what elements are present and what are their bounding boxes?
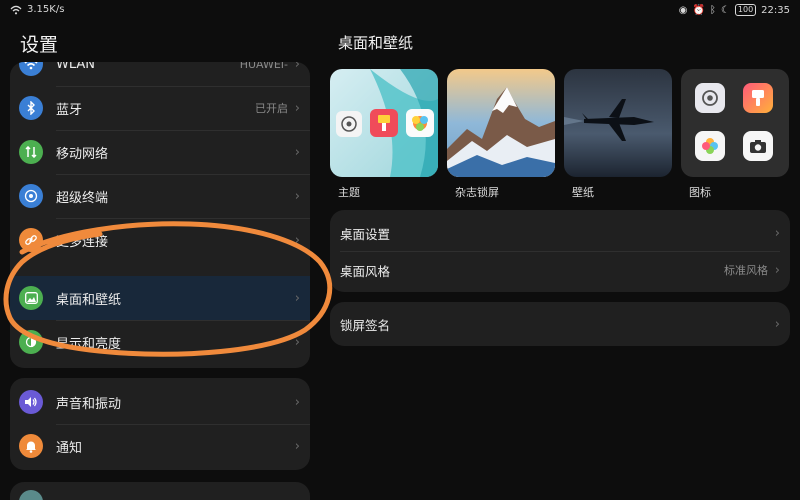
detail-pane: 桌面和壁纸 主题 杂志锁屏 壁纸 图标 桌面设置 › 桌面风格 标准风格 › 锁… (320, 22, 800, 500)
clock: 22:35 (761, 4, 790, 16)
chevron-right-icon: › (294, 394, 300, 410)
settings-item-label: 桌面和壁纸 (56, 292, 122, 308)
thumbnail-theme[interactable] (330, 69, 438, 177)
settings-item-label: 移动网络 (56, 146, 109, 162)
thumbnail-label: 图标 (689, 186, 711, 199)
chevron-right-icon: › (294, 438, 300, 454)
bell-icon (19, 434, 43, 458)
thumbnail-label: 杂志锁屏 (455, 186, 499, 199)
super-device-icon (19, 184, 43, 208)
chevron-right-icon: › (294, 144, 300, 160)
settings-card-next (10, 482, 310, 500)
desktop-style-row[interactable]: 桌面风格 标准风格 › (330, 251, 790, 289)
settings-item-mobile-network[interactable]: 移动网络 › (10, 130, 310, 174)
settings-item-display-brightness[interactable]: 显示和亮度 › (10, 320, 310, 364)
chevron-right-icon: › (294, 290, 300, 306)
moon-icon: ☾ (720, 4, 730, 16)
settings-item-label: 更多连接 (56, 234, 109, 250)
display-icon (19, 330, 43, 354)
settings-card-connectivity: WLAN HUAWEI- › 蓝牙 已开启 › 移动网络 › 超级终端 › 更多… (10, 62, 310, 368)
chevron-right-icon: › (774, 316, 780, 332)
thumbnail-label: 壁纸 (572, 186, 594, 199)
chevron-right-icon: › (294, 334, 300, 350)
settings-item-bluetooth[interactable]: 蓝牙 已开启 › (10, 86, 310, 130)
desktop-settings-row[interactable]: 桌面设置 › (330, 214, 790, 252)
thumbnail-magazine-lockscreen[interactable] (447, 69, 555, 177)
settings-card-sound: 声音和振动 › 通知 › (10, 378, 310, 470)
row-label: 桌面风格 (340, 263, 391, 279)
eye-icon: ◉ (678, 4, 688, 16)
lockscreen-signature-row[interactable]: 锁屏签名 › (330, 305, 790, 343)
desktop-settings-panel: 桌面设置 › 桌面风格 标准风格 › (330, 210, 790, 292)
row-value: 标准风格 (724, 264, 768, 277)
bluetooth-icon (19, 96, 43, 120)
thumbnail-label: 主题 (338, 186, 360, 199)
settings-app-icon (695, 83, 725, 113)
row-label: 锁屏签名 (340, 317, 391, 333)
settings-item-label: 声音和振动 (56, 396, 122, 412)
chevron-right-icon: › (774, 262, 780, 278)
bluetooth-status-icon: ᛒ (709, 4, 716, 16)
theme-app-icon (743, 83, 773, 113)
settings-item-label: 超级终端 (56, 190, 109, 206)
status-bar: 3.15K/s ◉ ⏰ ᛒ ☾ 100 22:35 (0, 0, 800, 22)
chevron-right-icon: › (294, 100, 300, 116)
sound-icon (19, 390, 43, 414)
settings-item-sound-vibration[interactable]: 声音和振动 › (10, 380, 310, 424)
settings-item-desktop-wallpaper[interactable]: 桌面和壁纸 › (10, 276, 310, 320)
section-title: 桌面和壁纸 (338, 34, 414, 52)
row-label: 桌面设置 (340, 226, 391, 242)
gallery-app-icon (695, 131, 725, 161)
lockscreen-signature-panel: 锁屏签名 › (330, 302, 790, 346)
thumbnail-wallpaper[interactable] (564, 69, 672, 177)
settings-item-value: 已开启 (255, 102, 288, 115)
wallpaper-icon (19, 286, 43, 310)
settings-item-super-device[interactable]: 超级终端 › (10, 174, 310, 218)
settings-item-more-connections[interactable]: 更多连接 › (10, 218, 310, 262)
alarm-icon: ⏰ (692, 4, 705, 16)
settings-list-pane: 设置 WLAN HUAWEI- › 蓝牙 已开启 › 移动网络 › 超级终端 ›… (0, 22, 320, 500)
wifi-status-icon (10, 5, 22, 14)
settings-item-label: 显示和亮度 (56, 336, 122, 352)
partial-icon (19, 490, 43, 500)
battery-indicator: 100 (734, 4, 757, 16)
link-icon (19, 228, 43, 252)
settings-item-label: 蓝牙 (56, 102, 83, 118)
thumbnail-icons[interactable] (681, 69, 789, 177)
chevron-right-icon: › (774, 225, 780, 241)
chevron-right-icon: › (294, 188, 300, 204)
camera-app-icon (743, 131, 773, 161)
network-speed: 3.15K/s (27, 4, 65, 15)
mobile-network-icon (19, 140, 43, 164)
settings-item-label: WLAN (56, 62, 96, 72)
wifi-icon (19, 62, 43, 76)
settings-item-label: 通知 (56, 440, 83, 456)
chevron-right-icon: › (294, 62, 300, 72)
page-title: 设置 (20, 34, 59, 56)
settings-item-wlan[interactable]: WLAN HUAWEI- › (10, 62, 310, 86)
chevron-right-icon: › (294, 232, 300, 248)
settings-item-value: HUAWEI- (239, 62, 288, 71)
settings-item-notifications[interactable]: 通知 › (10, 424, 310, 468)
